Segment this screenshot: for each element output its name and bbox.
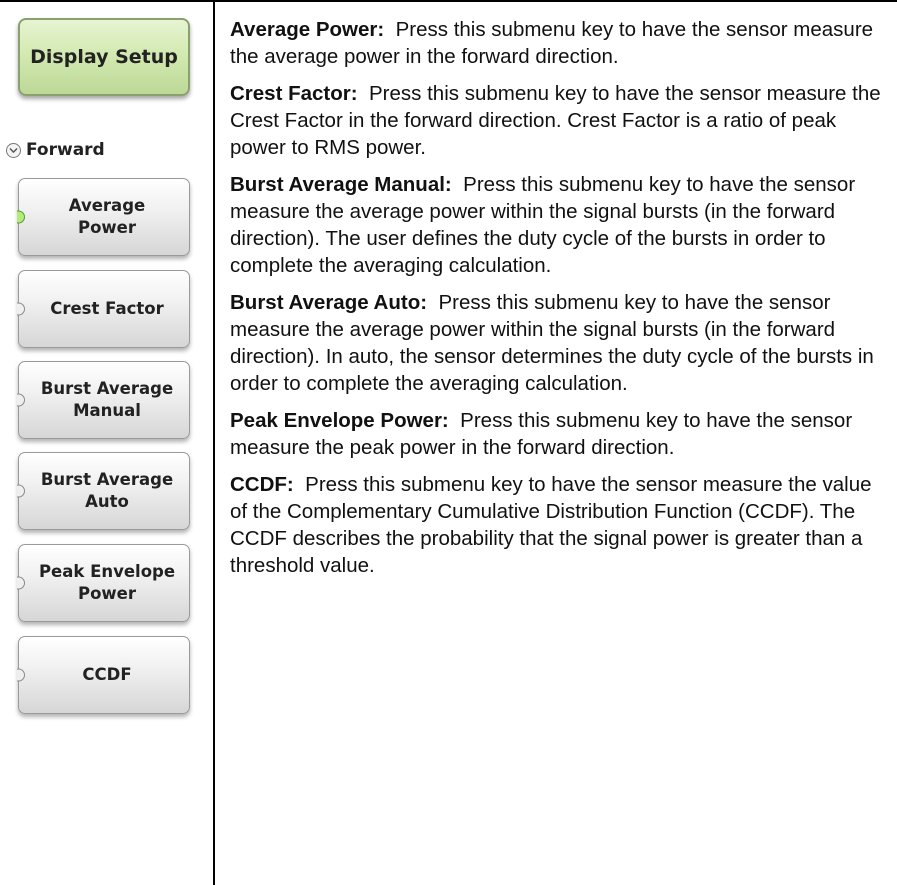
key-label: Crest Factor <box>50 299 164 318</box>
indicator-icon <box>17 484 25 498</box>
key-label: Burst Average Manual <box>40 379 174 420</box>
forward-label-text: Forward <box>26 140 105 160</box>
key-label: Peak Envelope Power <box>38 562 176 603</box>
submenu-panel: Display Setup Forward Average Power Cres… <box>0 0 213 885</box>
term: CCDF: <box>230 473 294 496</box>
ccdf-key[interactable]: CCDF <box>17 636 190 714</box>
descriptions-panel: Average Power: Press this submenu key to… <box>230 16 885 589</box>
description-average-power: Average Power: Press this submenu key to… <box>230 16 885 70</box>
display-setup-button[interactable]: Display Setup <box>18 18 190 96</box>
description-burst-average-manual: Burst Average Manual: Press this submenu… <box>230 171 885 279</box>
description-peak-envelope-power: Peak Envelope Power: Press this submenu … <box>230 407 885 461</box>
average-power-key[interactable]: Average Power <box>17 178 190 256</box>
term: Peak Envelope Power: <box>230 409 449 432</box>
crest-factor-key[interactable]: Crest Factor <box>17 270 190 348</box>
description-crest-factor: Crest Factor: Press this submenu key to … <box>230 80 885 161</box>
key-label: CCDF <box>82 665 132 684</box>
burst-average-auto-key[interactable]: Burst Average Auto <box>17 452 190 530</box>
indicator-icon <box>17 668 25 682</box>
indicator-icon <box>17 393 25 407</box>
term: Burst Average Auto: <box>230 291 428 314</box>
key-label: Average Power <box>68 196 146 237</box>
text: Press this submenu key to have the senso… <box>230 473 872 577</box>
term: Crest Factor: <box>230 82 358 105</box>
indicator-icon <box>17 302 25 316</box>
description-ccdf: CCDF: Press this submenu key to have the… <box>230 471 885 579</box>
key-label: Burst Average Auto <box>40 470 174 511</box>
chevron-down-icon <box>6 142 21 158</box>
active-indicator-icon <box>17 210 25 224</box>
burst-average-manual-key[interactable]: Burst Average Manual <box>17 361 190 439</box>
indicator-icon <box>17 576 25 590</box>
peak-envelope-power-key[interactable]: Peak Envelope Power <box>17 544 190 622</box>
forward-group-label[interactable]: Forward <box>6 138 105 162</box>
column-divider <box>213 0 215 885</box>
description-burst-average-auto: Burst Average Auto: Press this submenu k… <box>230 289 885 397</box>
term: Average Power: <box>230 18 385 41</box>
term: Burst Average Manual: <box>230 173 452 196</box>
